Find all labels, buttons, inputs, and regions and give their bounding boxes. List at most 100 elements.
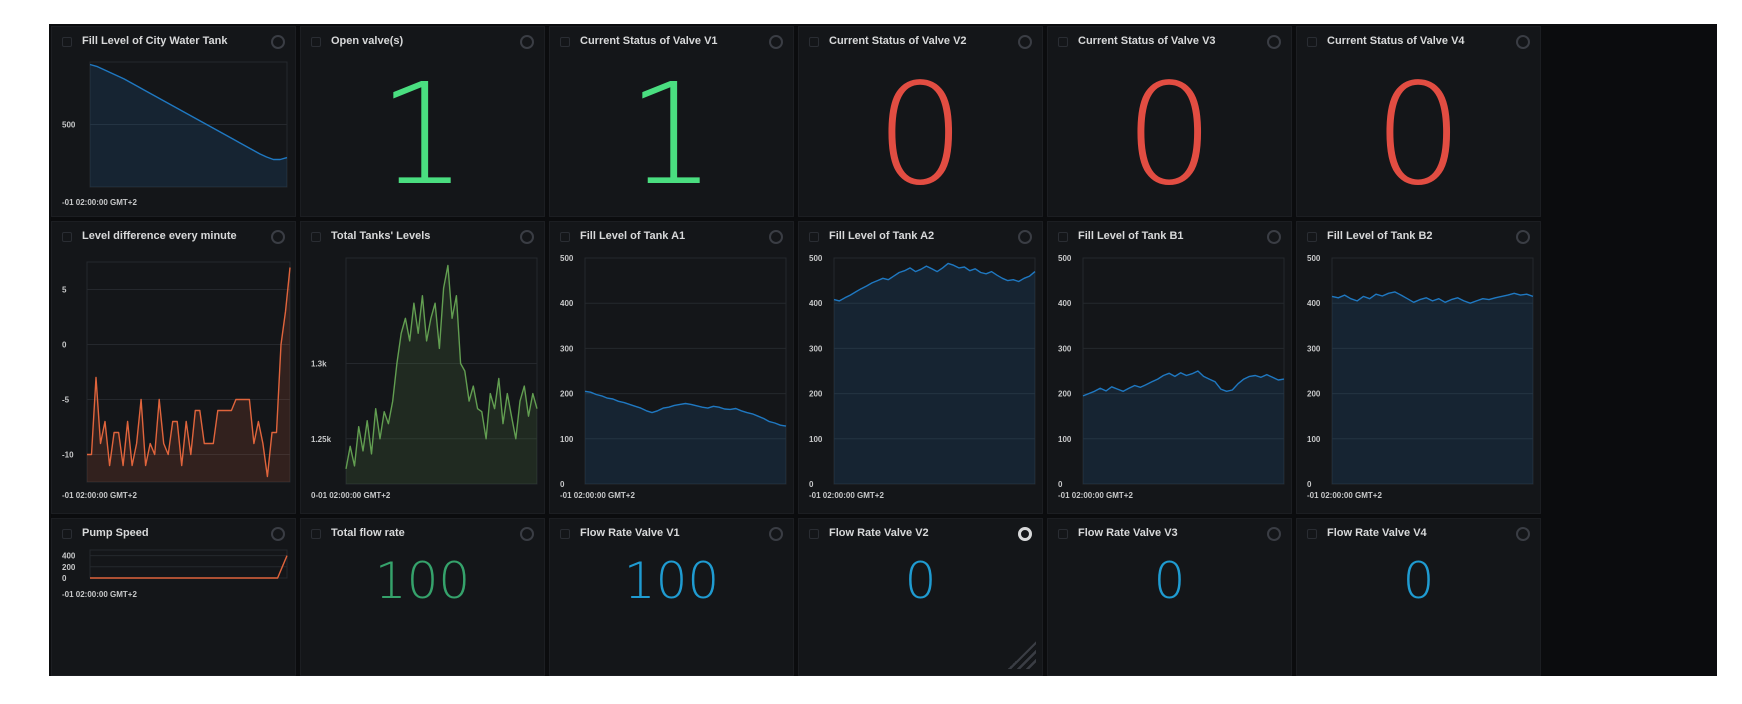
y-tick-label: 200 <box>560 390 574 399</box>
panel-select-checkbox[interactable] <box>809 37 819 47</box>
panel-menu-icon[interactable] <box>1516 35 1530 49</box>
time-label: -01 02:00:00 GMT+2 <box>1307 491 1382 500</box>
y-tick-label: 0 <box>560 480 565 489</box>
y-tick-label: 300 <box>1058 344 1072 353</box>
panel-tank-b1[interactable]: Fill Level of Tank B1 500 400 300 200 100 0 -… <box>1047 221 1292 514</box>
y-tick-label: 300 <box>560 344 574 353</box>
y-tick-label: 5 <box>62 286 67 295</box>
panel-select-checkbox[interactable] <box>1307 37 1317 47</box>
panel-city-water-tank[interactable]: Fill Level of City Water Tank 500 -01 02… <box>51 26 296 217</box>
panel-select-checkbox[interactable] <box>1058 529 1068 539</box>
time-label: -01 02:00:00 GMT+2 <box>62 491 137 500</box>
time-label: -01 02:00:00 GMT+2 <box>560 491 635 500</box>
panel-title: Flow Rate Valve V2 <box>829 527 929 539</box>
chart-tank-b1[interactable]: 500 400 300 200 100 0 <box>1048 222 1293 515</box>
panel-flow-rate-v1[interactable]: Flow Rate Valve V1 100 <box>549 518 794 676</box>
panel-flow-rate-v4[interactable]: Flow Rate Valve V4 0 <box>1296 518 1541 676</box>
panel-valve-v3-status[interactable]: Current Status of Valve V3 0 <box>1047 26 1292 217</box>
panel-flow-rate-v3[interactable]: Flow Rate Valve V3 0 <box>1047 518 1292 676</box>
panel-pump-speed[interactable]: Pump Speed 400 200 0 -01 02:00:00 GMT+2 <box>51 518 296 676</box>
stat-value: 0 <box>1124 54 1215 217</box>
panel-menu-icon[interactable] <box>520 527 534 541</box>
panel-title: Current Status of Valve V3 <box>1078 35 1216 47</box>
stat-value: 1 <box>377 54 468 217</box>
series-area <box>87 267 290 482</box>
panel-header: Current Status of Valve V4 <box>1297 35 1540 51</box>
y-tick-label: 500 <box>62 121 76 130</box>
y-tick-label: 0 <box>62 574 67 583</box>
panel-tank-a2[interactable]: Fill Level of Tank A2 500 400 300 200 100 0 -… <box>798 221 1043 514</box>
stat-value: 0 <box>1153 552 1186 610</box>
panel-tank-a1[interactable]: Fill Level of Tank A1 500 400 300 200 100 0 -… <box>549 221 794 514</box>
series-area <box>90 64 287 187</box>
y-tick-label: 0 <box>1058 480 1063 489</box>
panel-valve-v4-status[interactable]: Current Status of Valve V4 0 <box>1296 26 1541 217</box>
panel-menu-icon[interactable] <box>1267 527 1281 541</box>
panel-header: Current Status of Valve V2 <box>799 35 1042 51</box>
y-tick-label: 100 <box>560 435 574 444</box>
series-area <box>346 265 537 484</box>
panel-title: Flow Rate Valve V3 <box>1078 527 1178 539</box>
y-tick-label: -5 <box>62 396 70 405</box>
panel-menu-icon[interactable] <box>769 35 783 49</box>
y-tick-label: 200 <box>1307 390 1321 399</box>
plot-frame <box>89 549 288 579</box>
series-area <box>1332 291 1533 484</box>
panel-title: Flow Rate Valve V4 <box>1327 527 1427 539</box>
y-tick-label: 500 <box>560 254 574 263</box>
chart-total-tanks-levels[interactable]: 1.3k 1.25k <box>301 222 546 515</box>
y-tick-label: 1.3k <box>311 359 327 368</box>
panel-menu-icon[interactable] <box>1018 35 1032 49</box>
panel-title: Open valve(s) <box>331 35 404 47</box>
y-tick-label: 400 <box>809 299 823 308</box>
panel-menu-icon[interactable] <box>1516 527 1530 541</box>
y-tick-label: 400 <box>560 299 574 308</box>
time-label: -01 02:00:00 GMT+2 <box>62 198 137 207</box>
panel-menu-icon[interactable] <box>520 35 534 49</box>
panel-menu-icon[interactable] <box>769 527 783 541</box>
panel-header: Current Status of Valve V3 <box>1048 35 1291 51</box>
panel-total-flow-rate[interactable]: Total flow rate 100 <box>300 518 545 676</box>
panel-menu-icon[interactable] <box>1018 527 1032 541</box>
time-label: -01 02:00:00 GMT+2 <box>62 590 137 599</box>
panel-flow-rate-v2[interactable]: Flow Rate Valve V2 0 <box>798 518 1043 676</box>
chart-tank-a2[interactable]: 500 400 300 200 100 0 <box>799 222 1044 515</box>
stat-value: 0 <box>1373 54 1464 217</box>
y-tick-label: 1.25k <box>311 435 332 444</box>
panel-select-checkbox[interactable] <box>311 37 321 47</box>
panel-header: Total flow rate <box>301 527 544 543</box>
panel-header: Current Status of Valve V1 <box>550 35 793 51</box>
panel-header: Flow Rate Valve V3 <box>1048 527 1291 543</box>
stat-value: 100 <box>623 552 720 610</box>
y-tick-label: 100 <box>1058 435 1072 444</box>
chart-level-difference[interactable]: 5 0 -5 -10 <box>52 222 297 515</box>
y-tick-label: -10 <box>62 451 74 460</box>
panel-total-tanks-levels[interactable]: Total Tanks' Levels 1.3k 1.25k 0-01 02:00… <box>300 221 545 514</box>
panel-menu-icon[interactable] <box>1267 35 1281 49</box>
panel-open-valves[interactable]: Open valve(s) 1 <box>300 26 545 217</box>
panel-tank-b2[interactable]: Fill Level of Tank B2 500 400 300 200 100 0 -… <box>1296 221 1541 514</box>
panel-title: Flow Rate Valve V1 <box>580 527 680 539</box>
panel-select-checkbox[interactable] <box>560 529 570 539</box>
grafana-dashboard: Fill Level of City Water Tank 500 -01 02… <box>49 24 1717 676</box>
panel-valve-v1-status[interactable]: Current Status of Valve V1 1 <box>549 26 794 217</box>
y-tick-label: 400 <box>62 552 76 561</box>
panel-resize-handle[interactable] <box>1008 641 1036 669</box>
panel-select-checkbox[interactable] <box>311 529 321 539</box>
y-tick-label: 200 <box>62 563 76 572</box>
y-tick-label: 100 <box>809 435 823 444</box>
y-tick-label: 400 <box>1058 299 1072 308</box>
panel-select-checkbox[interactable] <box>560 37 570 47</box>
series-area <box>834 263 1035 484</box>
chart-tank-a1[interactable]: 500 400 300 200 100 0 <box>550 222 795 515</box>
panel-level-difference[interactable]: Level difference every minute 5 0 -5 -10 -0… <box>51 221 296 514</box>
panel-valve-v2-status[interactable]: Current Status of Valve V2 0 <box>798 26 1043 217</box>
time-label: -01 02:00:00 GMT+2 <box>809 491 884 500</box>
stat-value: 0 <box>875 54 966 217</box>
panel-select-checkbox[interactable] <box>1058 37 1068 47</box>
panel-select-checkbox[interactable] <box>1307 529 1317 539</box>
y-tick-label: 300 <box>809 344 823 353</box>
chart-tank-b2[interactable]: 500 400 300 200 100 0 <box>1297 222 1542 515</box>
panel-select-checkbox[interactable] <box>809 529 819 539</box>
chart-city-tank[interactable]: 500 <box>52 27 297 218</box>
